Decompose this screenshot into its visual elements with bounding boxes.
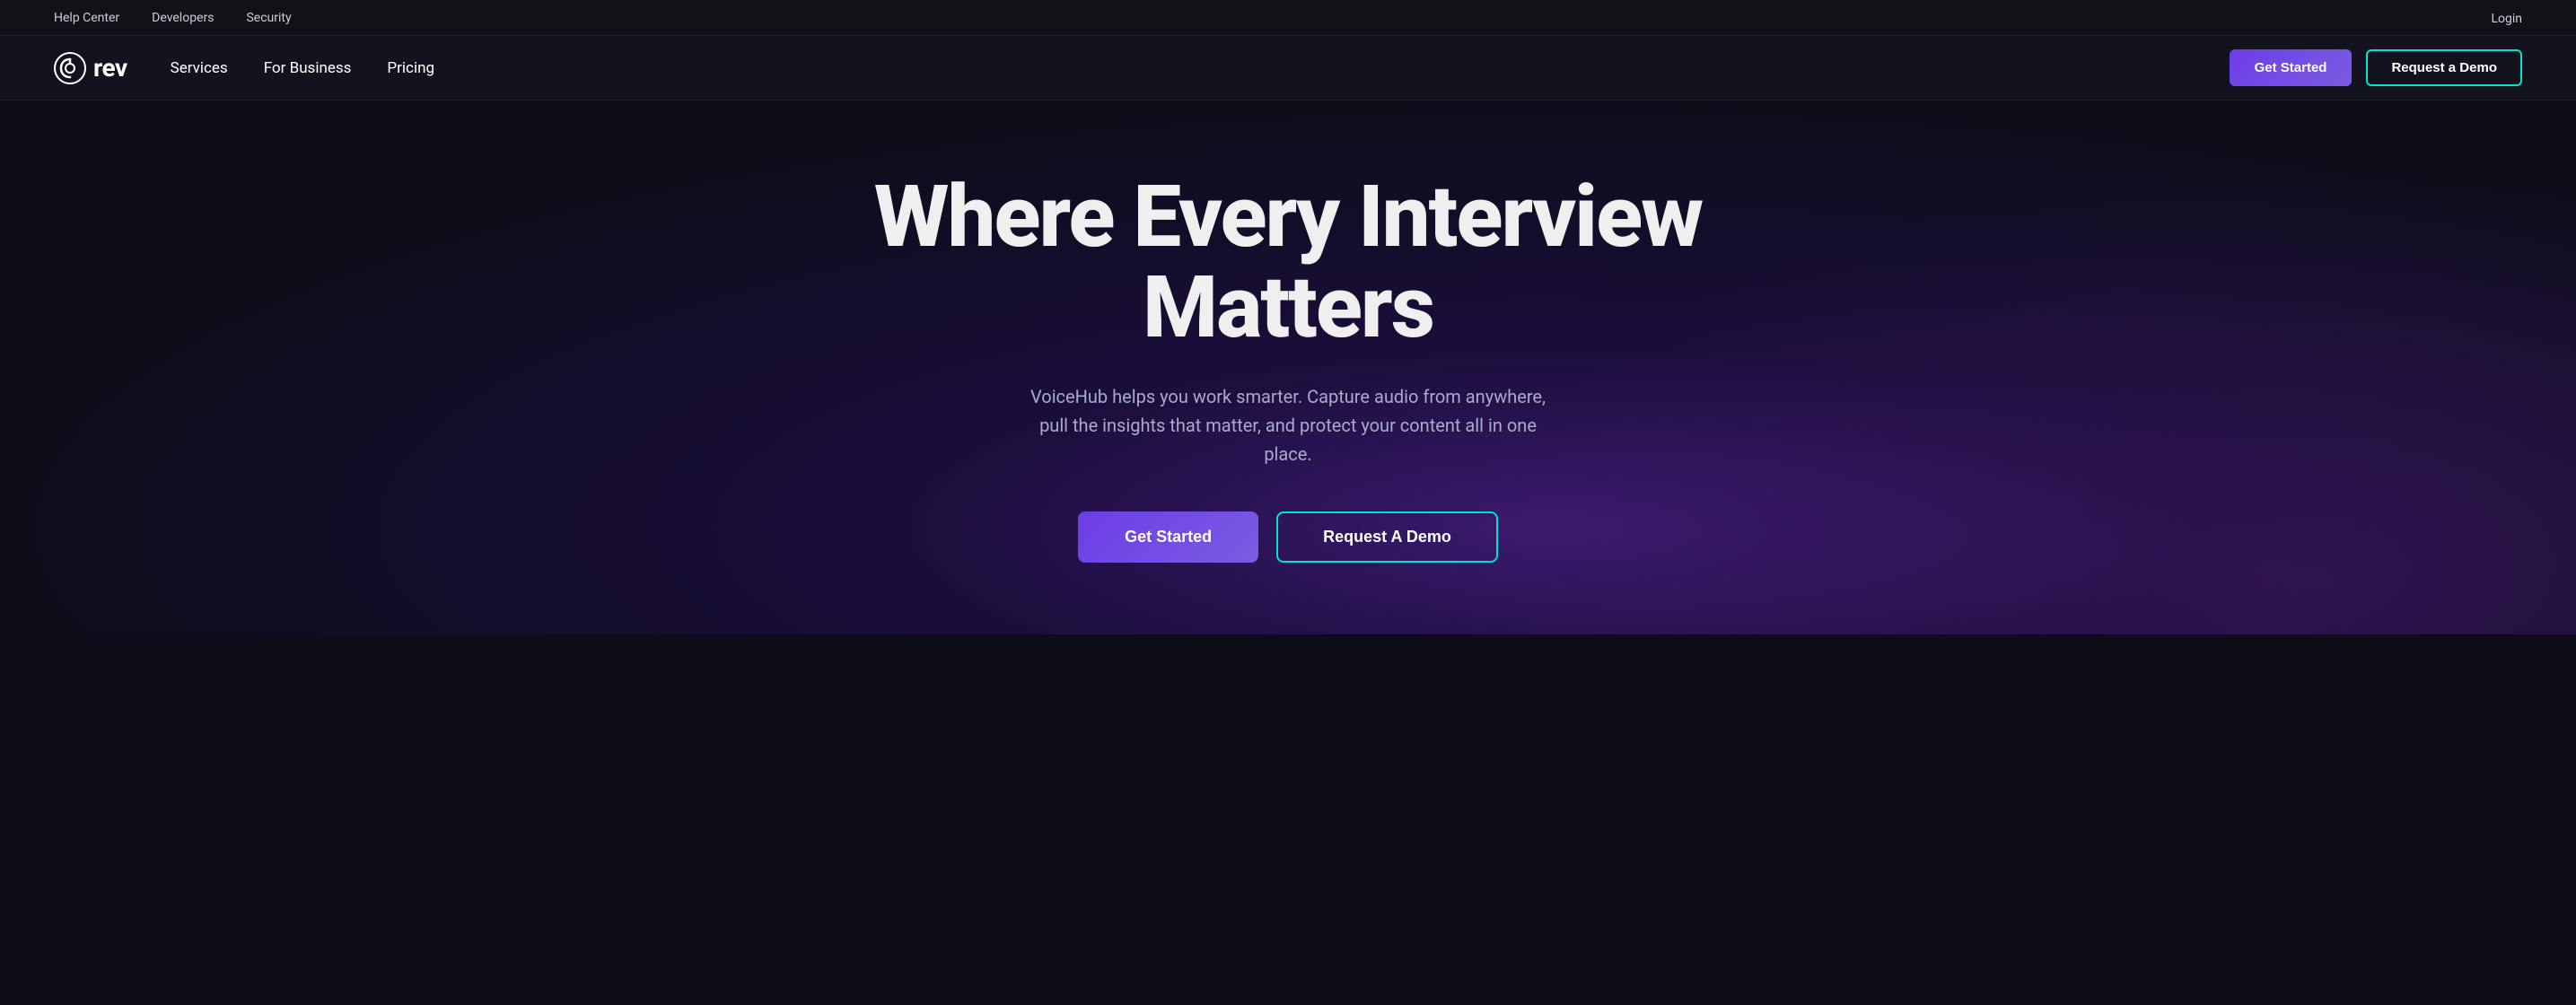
pricing-nav-link[interactable]: Pricing	[387, 59, 434, 77]
hero-buttons: Get Started Request A Demo	[1078, 511, 1498, 563]
hero-get-started-button[interactable]: Get Started	[1078, 511, 1258, 563]
logo-text: rev	[93, 53, 127, 83]
for-business-nav-link[interactable]: For Business	[264, 59, 352, 77]
nav-right: Get Started Request a Demo	[2230, 49, 2522, 86]
hero-section: Where Every Interview Matters VoiceHub h…	[0, 100, 2576, 634]
developers-link[interactable]: Developers	[152, 11, 214, 25]
help-center-link[interactable]: Help Center	[54, 11, 119, 25]
top-bar-right: Login	[2491, 9, 2522, 26]
hero-request-demo-button[interactable]: Request A Demo	[1276, 511, 1498, 563]
security-link[interactable]: Security	[246, 11, 291, 25]
logo[interactable]: rev	[54, 52, 127, 84]
services-nav-link[interactable]: Services	[171, 59, 228, 77]
top-bar-links: Help Center Developers Security	[54, 11, 292, 25]
nav-links: Services For Business Pricing	[171, 59, 434, 77]
main-nav: rev Services For Business Pricing Get St…	[0, 36, 2576, 100]
rev-logo-icon	[54, 52, 86, 84]
hero-subtitle: VoiceHub helps you work smarter. Capture…	[1028, 382, 1548, 468]
login-link[interactable]: Login	[2491, 12, 2522, 26]
nav-get-started-button[interactable]: Get Started	[2230, 49, 2353, 86]
hero-title: Where Every Interview Matters	[749, 172, 1827, 354]
nav-request-demo-button[interactable]: Request a Demo	[2366, 49, 2522, 86]
nav-left: rev Services For Business Pricing	[54, 52, 434, 84]
top-bar: Help Center Developers Security Login	[0, 0, 2576, 36]
